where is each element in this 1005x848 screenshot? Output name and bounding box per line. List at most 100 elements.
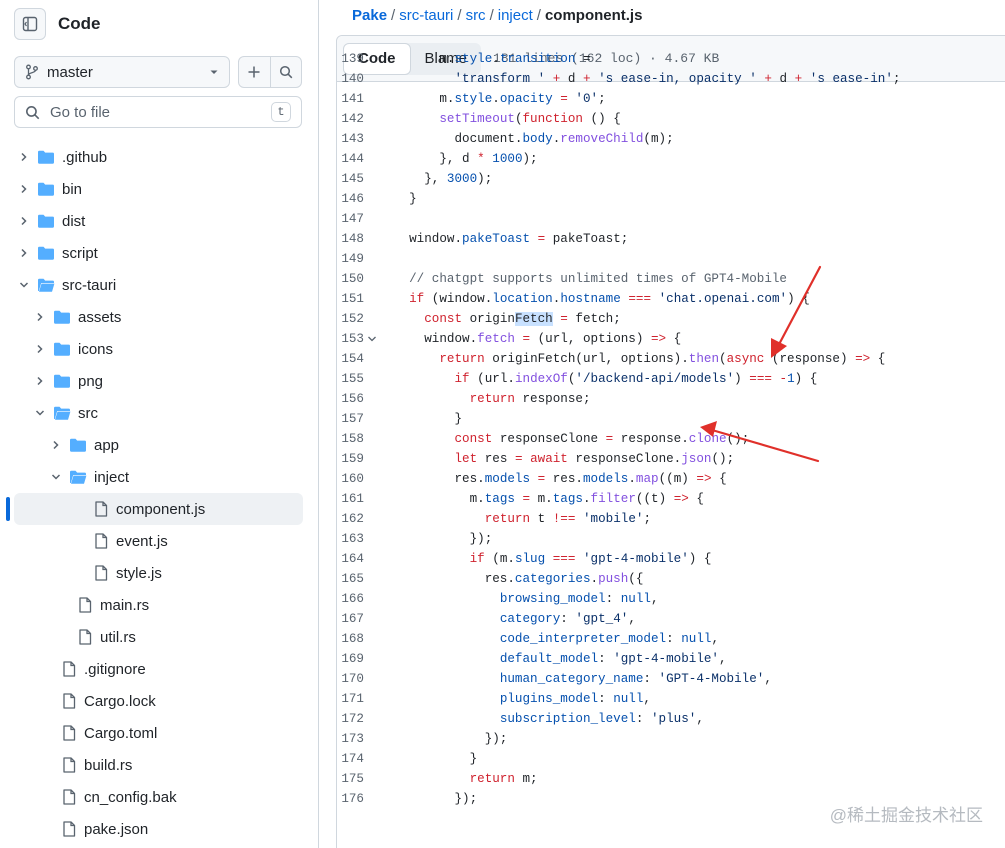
- chevron-right-icon[interactable]: [18, 215, 30, 227]
- line-number[interactable]: 174: [320, 752, 364, 766]
- line-number[interactable]: 155: [320, 372, 364, 386]
- line-number[interactable]: 145: [320, 172, 364, 186]
- search-code-button[interactable]: [269, 57, 301, 87]
- line-number[interactable]: 170: [320, 672, 364, 686]
- tree-file[interactable]: .gitignore: [0, 653, 319, 685]
- tree-file[interactable]: util.rs: [0, 621, 319, 653]
- code-token: pakeToast: [462, 232, 531, 246]
- line-number[interactable]: 172: [320, 712, 364, 726]
- line-number[interactable]: 139: [320, 52, 364, 66]
- file-icon: [76, 597, 94, 613]
- tree-folder[interactable]: src-tauri: [0, 269, 319, 301]
- code-token: if: [469, 552, 485, 566]
- branch-selector[interactable]: master: [14, 56, 230, 88]
- tree-file[interactable]: Cargo.toml: [0, 717, 319, 749]
- line-number[interactable]: 176: [320, 792, 364, 806]
- tree-file[interactable]: event.js: [0, 525, 319, 557]
- line-number[interactable]: 142: [320, 112, 364, 126]
- tree-file[interactable]: pake.json: [0, 813, 319, 845]
- line-number[interactable]: 152: [320, 312, 364, 326]
- chevron-right-icon[interactable]: [18, 183, 30, 195]
- line-number[interactable]: 143: [320, 132, 364, 146]
- chevron-right-icon[interactable]: [18, 151, 30, 163]
- chevron-down-icon[interactable]: [34, 407, 46, 419]
- chevron-down-icon[interactable]: [50, 471, 62, 483]
- tree-file[interactable]: cn_config.bak: [0, 781, 319, 813]
- code-token: slug: [514, 552, 546, 566]
- line-number[interactable]: 157: [320, 412, 364, 426]
- tree-folder[interactable]: app: [0, 429, 319, 461]
- code-token: (window.: [424, 292, 493, 306]
- tree-folder[interactable]: bin: [0, 173, 319, 205]
- file-icon: [76, 629, 94, 645]
- breadcrumb-link[interactable]: inject: [498, 7, 533, 24]
- line-number[interactable]: 159: [320, 452, 364, 466]
- line-number[interactable]: 150: [320, 272, 364, 286]
- line-number[interactable]: 162: [320, 512, 364, 526]
- line-number[interactable]: 165: [320, 572, 364, 586]
- tree-folder[interactable]: png: [0, 365, 319, 397]
- tree-file[interactable]: Cargo.lock: [0, 685, 319, 717]
- line-number[interactable]: 149: [320, 252, 364, 266]
- breadcrumb-link[interactable]: src-tauri: [399, 7, 453, 24]
- line-number[interactable]: 154: [320, 352, 364, 366]
- breadcrumb-repo-link[interactable]: Pake: [352, 7, 387, 24]
- tree-folder[interactable]: assets: [0, 301, 319, 333]
- line-number[interactable]: 146: [320, 192, 364, 206]
- line-number[interactable]: 164: [320, 552, 364, 566]
- line-number[interactable]: 140: [320, 72, 364, 86]
- line-number[interactable]: 175: [320, 772, 364, 786]
- line-number[interactable]: 151: [320, 292, 364, 306]
- tree-folder[interactable]: src: [0, 397, 319, 429]
- line-number[interactable]: 141: [320, 92, 364, 106]
- line-number[interactable]: 147: [320, 212, 364, 226]
- tree-folder[interactable]: inject: [0, 461, 319, 493]
- line-number[interactable]: 171: [320, 692, 364, 706]
- folder-icon: [53, 341, 71, 357]
- fold-chevron-icon[interactable]: [364, 334, 380, 344]
- code-token: 's ease-in, opacity ': [598, 72, 757, 86]
- line-number[interactable]: 148: [320, 232, 364, 246]
- tree-file[interactable]: main.rs: [0, 589, 319, 621]
- code-token: tags: [552, 492, 583, 506]
- line-number[interactable]: 163: [320, 532, 364, 546]
- line-number[interactable]: 158: [320, 432, 364, 446]
- chevron-right-icon[interactable]: [34, 311, 46, 323]
- line-number[interactable]: 168: [320, 632, 364, 646]
- add-file-button[interactable]: [239, 57, 270, 87]
- line-number[interactable]: 167: [320, 612, 364, 626]
- tree-item-label: icons: [78, 340, 114, 358]
- tree-folder[interactable]: dist: [0, 205, 319, 237]
- code-token: 's ease-in': [809, 72, 893, 86]
- code-token: =: [560, 92, 568, 106]
- tree-file[interactable]: component.js: [0, 493, 319, 525]
- tree-file[interactable]: style.js: [0, 557, 319, 589]
- breadcrumb-link[interactable]: src: [466, 7, 486, 24]
- tree-folder[interactable]: icons: [0, 333, 319, 365]
- tree-folder[interactable]: script: [0, 237, 319, 269]
- line-number[interactable]: 169: [320, 652, 364, 666]
- collapse-sidebar-button[interactable]: [14, 8, 46, 40]
- chevron-right-icon[interactable]: [18, 247, 30, 259]
- chevron-right-icon[interactable]: [34, 375, 46, 387]
- line-number[interactable]: 156: [320, 392, 364, 406]
- line-number[interactable]: 160: [320, 472, 364, 486]
- chevron-right-icon[interactable]: [50, 439, 62, 451]
- line-number[interactable]: 173: [320, 732, 364, 746]
- file-icon: [60, 789, 78, 805]
- chevron-right-icon[interactable]: [34, 343, 46, 355]
- code-token: indexOf: [514, 372, 568, 386]
- code-token: :: [643, 672, 659, 686]
- tree-file[interactable]: build.rs: [0, 749, 319, 781]
- line-number[interactable]: 153: [320, 332, 364, 346]
- line-number[interactable]: 144: [320, 152, 364, 166]
- line-number[interactable]: 161: [320, 492, 364, 506]
- chevron-down-icon[interactable]: [18, 279, 30, 291]
- tree-folder[interactable]: .github: [0, 141, 319, 173]
- line-number[interactable]: 166: [320, 592, 364, 606]
- go-to-file-input[interactable]: Go to file t: [14, 96, 302, 128]
